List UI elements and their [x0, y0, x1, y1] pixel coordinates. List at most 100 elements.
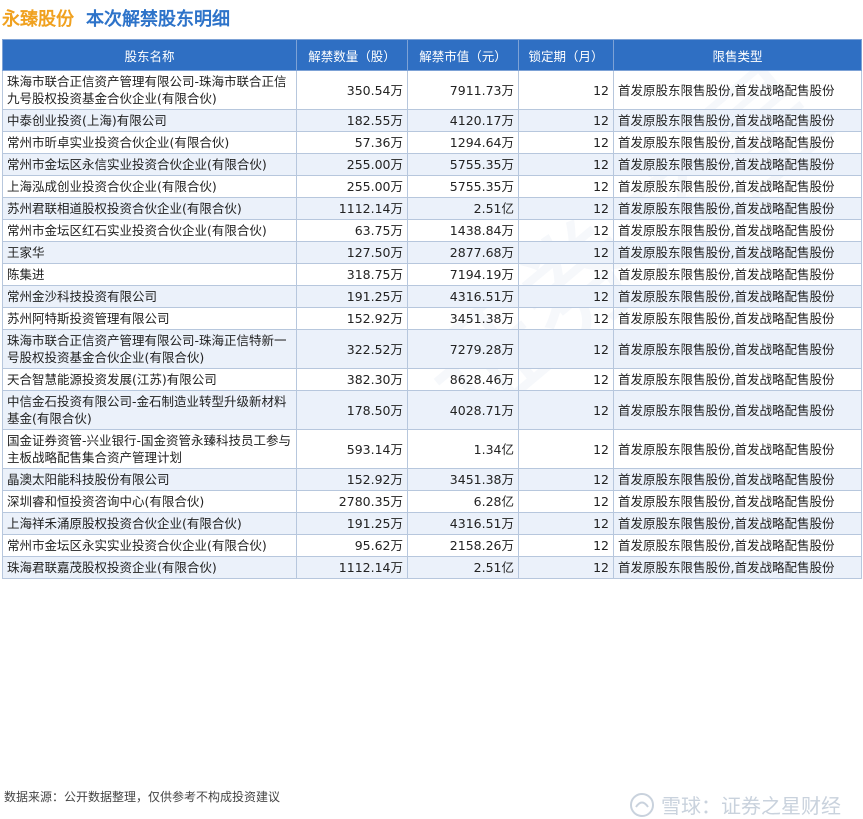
snowball-logo-icon [630, 792, 654, 817]
lock-period-cell: 12 [518, 534, 614, 557]
table-row: 常州市金坛区永实实业投资合伙企业(有限合伙) 95.62万 2158.26万 12 首发… [2, 534, 862, 557]
unlock-quantity-cell: 57.36万 [296, 131, 408, 154]
unlock-quantity-cell: 127.50万 [296, 241, 408, 264]
restriction-type-cell: 首发原股东限售股份,首发战略配售股份 [613, 368, 862, 391]
unlock-value-cell: 4028.71万 [407, 390, 519, 430]
shareholder-name-cell: 苏州君联相道股权投资合伙企业(有限合伙) [2, 197, 297, 220]
unlock-quantity-cell: 63.75万 [296, 219, 408, 242]
unlock-value-cell: 4316.51万 [407, 285, 519, 308]
unlock-quantity-cell: 182.55万 [296, 109, 408, 132]
unlock-value-cell: 5755.35万 [407, 175, 519, 198]
table-row: 晶澳太阳能科技股份有限公司 152.92万 3451.38万 12 首发原股东限售股份,… [2, 468, 862, 491]
brand-text: 雪球：证券之星财经 [661, 794, 841, 818]
lock-period-cell: 12 [518, 556, 614, 579]
unlock-quantity-cell: 178.50万 [296, 390, 408, 430]
unlock-quantity-cell: 255.00万 [296, 175, 408, 198]
restriction-type-cell: 首发原股东限售股份,首发战略配售股份 [613, 512, 862, 535]
table-row: 天合智慧能源投资发展(江苏)有限公司 382.30万 8628.46万 12 首发原股东… [2, 368, 862, 391]
restriction-type-cell: 首发原股东限售股份,首发战略配售股份 [613, 429, 862, 469]
table-row: 常州金沙科技投资有限公司 191.25万 4316.51万 12 首发原股东限售股份,首… [2, 285, 862, 308]
restriction-type-cell: 首发原股东限售股份,首发战略配售股份 [613, 285, 862, 308]
unlock-value-cell: 1.34亿 [407, 429, 519, 469]
unlock-value-cell: 2877.68万 [407, 241, 519, 264]
data-source-note: 数据来源：公开数据整理，仅供参考不构成投资建议 [4, 790, 281, 804]
company-name: 永臻股份 [2, 9, 74, 30]
shareholder-name-cell: 深圳睿和恒投资咨询中心(有限合伙) [2, 490, 297, 513]
table-row: 珠海市联合正信资产管理有限公司-珠海市联合正信九号股权投资基金合伙企业(有限合伙… [2, 70, 862, 110]
unlock-value-cell: 6.28亿 [407, 490, 519, 513]
unlock-quantity-cell: 152.92万 [296, 307, 408, 330]
shareholder-name-cell: 常州市金坛区红石实业投资合伙企业(有限合伙) [2, 219, 297, 242]
unlock-quantity-cell: 322.52万 [296, 329, 408, 369]
unlock-value-cell: 3451.38万 [407, 307, 519, 330]
unlock-value-cell: 2.51亿 [407, 197, 519, 220]
restriction-type-cell: 首发原股东限售股份,首发战略配售股份 [613, 153, 862, 176]
lock-period-cell: 12 [518, 490, 614, 513]
lock-period-cell: 12 [518, 512, 614, 535]
restriction-type-cell: 首发原股东限售股份,首发战略配售股份 [613, 490, 862, 513]
shareholder-name-cell: 珠海市联合正信资产管理有限公司-珠海市联合正信九号股权投资基金合伙企业(有限合伙… [2, 70, 297, 110]
lock-period-cell: 12 [518, 153, 614, 176]
lock-period-cell: 12 [518, 368, 614, 391]
shareholder-name-cell: 中泰创业投资(上海)有限公司 [2, 109, 297, 132]
unlock-quantity-cell: 1112.14万 [296, 556, 408, 579]
table-row: 国金证券资管-兴业银行-国金资管永臻科技员工参与主板战略配售集合资产管理计划 59… [2, 429, 862, 469]
table-row: 中信金石投资有限公司-金石制造业转型升级新材料基金(有限合伙) 178.50万 40… [2, 390, 862, 430]
brand-watermark: 雪球：证券之星财经 [629, 790, 841, 819]
page-subtitle: 本次解禁股东明细 [86, 9, 230, 30]
restriction-type-cell: 首发原股东限售股份,首发战略配售股份 [613, 329, 862, 369]
unlock-value-cell: 2.51亿 [407, 556, 519, 579]
unlock-value-cell: 5755.35万 [407, 153, 519, 176]
lock-period-cell: 12 [518, 70, 614, 110]
unlock-value-cell: 1294.64万 [407, 131, 519, 154]
table-row: 苏州君联相道股权投资合伙企业(有限合伙) 1112.14万 2.51亿 12 首发原股东… [2, 197, 862, 220]
lock-period-cell: 12 [518, 175, 614, 198]
unlock-quantity-cell: 318.75万 [296, 263, 408, 286]
column-header-quantity: 解禁数量（股） [296, 39, 408, 71]
table-row: 上海祥禾涌原股权投资合伙企业(有限合伙) 191.25万 4316.51万 12 首发原… [2, 512, 862, 535]
restriction-type-cell: 首发原股东限售股份,首发战略配售股份 [613, 70, 862, 110]
restriction-type-cell: 首发原股东限售股份,首发战略配售股份 [613, 556, 862, 579]
column-header-restriction-type: 限售类型 [613, 39, 862, 71]
shareholder-name-cell: 珠海君联嘉茂股权投资企业(有限合伙) [2, 556, 297, 579]
shareholder-name-cell: 常州市金坛区永实实业投资合伙企业(有限合伙) [2, 534, 297, 557]
restriction-type-cell: 首发原股东限售股份,首发战略配售股份 [613, 534, 862, 557]
unlock-value-cell: 1438.84万 [407, 219, 519, 242]
table-row: 珠海君联嘉茂股权投资企业(有限合伙) 1112.14万 2.51亿 12 首发原股东限售… [2, 556, 862, 579]
restriction-type-cell: 首发原股东限售股份,首发战略配售股份 [613, 131, 862, 154]
shareholder-name-cell: 国金证券资管-兴业银行-国金资管永臻科技员工参与主板战略配售集合资产管理计划 [2, 429, 297, 469]
shareholder-name-cell: 常州市金坛区永信实业投资合伙企业(有限合伙) [2, 153, 297, 176]
unlock-value-cell: 7194.19万 [407, 263, 519, 286]
shareholder-name-cell: 陈集进 [2, 263, 297, 286]
unlock-quantity-cell: 350.54万 [296, 70, 408, 110]
unlock-quantity-cell: 95.62万 [296, 534, 408, 557]
lock-period-cell: 12 [518, 219, 614, 242]
unlock-quantity-cell: 2780.35万 [296, 490, 408, 513]
unlock-value-cell: 2158.26万 [407, 534, 519, 557]
unlock-quantity-cell: 382.30万 [296, 368, 408, 391]
lock-period-cell: 12 [518, 468, 614, 491]
unlock-value-cell: 7279.28万 [407, 329, 519, 369]
shareholder-name-cell: 晶澳太阳能科技股份有限公司 [2, 468, 297, 491]
shareholder-name-cell: 天合智慧能源投资发展(江苏)有限公司 [2, 368, 297, 391]
shareholder-name-cell: 苏州阿特斯投资管理有限公司 [2, 307, 297, 330]
shareholder-name-cell: 常州金沙科技投资有限公司 [2, 285, 297, 308]
lock-period-cell: 12 [518, 307, 614, 330]
restriction-type-cell: 首发原股东限售股份,首发战略配售股份 [613, 175, 862, 198]
restriction-type-cell: 首发原股东限售股份,首发战略配售股份 [613, 109, 862, 132]
shareholder-name-cell: 上海泓成创业投资合伙企业(有限合伙) [2, 175, 297, 198]
restriction-type-cell: 首发原股东限售股份,首发战略配售股份 [613, 197, 862, 220]
lock-period-cell: 12 [518, 197, 614, 220]
table-row: 珠海市联合正信资产管理有限公司-珠海正信特新一号股权投资基金合伙企业(有限合伙)… [2, 329, 862, 369]
table-row: 常州市金坛区红石实业投资合伙企业(有限合伙) 63.75万 1438.84万 12 首发… [2, 219, 862, 242]
lock-period-cell: 12 [518, 429, 614, 469]
column-header-lock-period: 锁定期（月） [518, 39, 614, 71]
table-row: 中泰创业投资(上海)有限公司 182.55万 4120.17万 12 首发原股东限售股份… [2, 109, 862, 132]
table-row: 深圳睿和恒投资咨询中心(有限合伙) 2780.35万 6.28亿 12 首发原股东限售股… [2, 490, 862, 513]
page-title: 永臻股份 本次解禁股东明细 [0, 0, 863, 36]
unlock-quantity-cell: 191.25万 [296, 512, 408, 535]
lock-period-cell: 12 [518, 263, 614, 286]
unlock-value-cell: 4120.17万 [407, 109, 519, 132]
table-row: 王家华 127.50万 2877.68万 12 首发原股东限售股份,首发战略配售股份 [2, 241, 862, 264]
unlock-quantity-cell: 593.14万 [296, 429, 408, 469]
